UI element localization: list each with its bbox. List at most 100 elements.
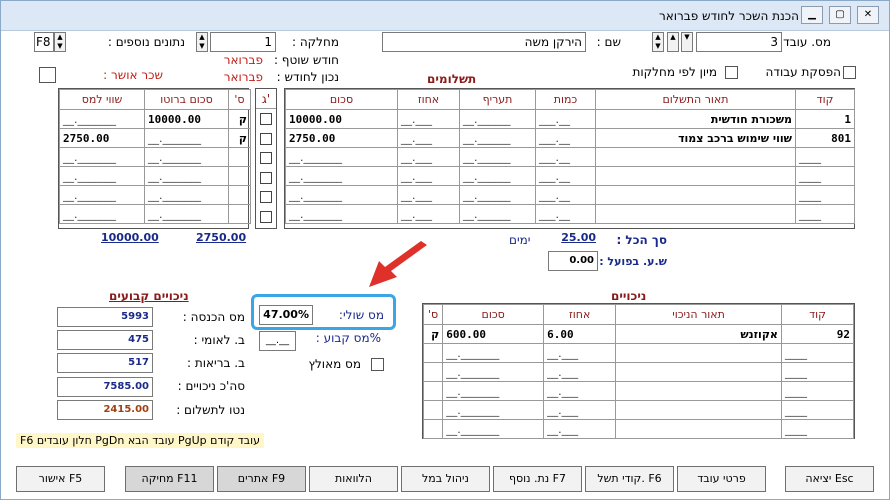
cell[interactable]: __.___ [535, 166, 596, 186]
cell[interactable]: _______.__ [144, 204, 229, 224]
table-row[interactable]: _______._________.__ [59, 204, 251, 224]
cell[interactable]: _______.__ [144, 128, 229, 148]
additional-data-button[interactable]: נת. נוסף F7 [493, 466, 582, 492]
cell[interactable]: 10000.00 [285, 109, 398, 129]
table-row[interactable]: _______._________.__ [422, 400, 855, 420]
table-row[interactable]: _______._________.__ [59, 185, 251, 205]
cell[interactable]: __.___ [535, 128, 596, 148]
cell[interactable]: _______.__ [144, 147, 229, 167]
cell[interactable]: 2750.00 [285, 128, 398, 148]
cell[interactable]: ____ [795, 166, 855, 186]
cell[interactable]: ____ [795, 185, 855, 205]
table-row[interactable]: ____ __.___ ______.__ ___.__ _______.__ [285, 204, 855, 224]
cell[interactable]: 2750.00 [59, 128, 145, 148]
cell[interactable]: ____ [780, 381, 855, 401]
cell[interactable]: _______.__ [144, 185, 229, 205]
cell[interactable] [595, 166, 796, 186]
maximize-button[interactable]: ▢ [829, 6, 851, 24]
employee-no-up[interactable]: ▲ [667, 32, 679, 52]
cell[interactable]: _______.__ [59, 185, 145, 205]
cell[interactable] [595, 185, 796, 205]
cell[interactable]: __.___ [535, 204, 596, 224]
cell[interactable]: ___.__ [543, 419, 617, 439]
table-row[interactable]: 92 אקוזנש 6.00 600.00 ק [422, 324, 855, 344]
cell[interactable]: ____ [780, 400, 855, 420]
cell[interactable]: ___.__ [397, 204, 460, 224]
cell[interactable]: _______.__ [442, 343, 545, 363]
cell[interactable]: __.___ [535, 185, 596, 205]
table-row[interactable]: _______._________.__ [422, 343, 855, 363]
actual-hours-input[interactable]: 0.00 [548, 251, 598, 271]
table-row[interactable]: ____ __.___ ______.__ ___.__ _______.__ [285, 147, 855, 167]
income-tax-field[interactable]: 5993 [57, 307, 153, 327]
row-checkbox[interactable] [260, 172, 272, 184]
cell[interactable]: 92 [780, 324, 855, 344]
cell[interactable] [615, 362, 782, 382]
close-button[interactable]: ✕ [857, 6, 879, 24]
cell[interactable]: ____ [780, 419, 855, 439]
extra-data-input[interactable]: F8 [34, 32, 54, 52]
cell[interactable]: ______.__ [459, 109, 536, 129]
sort-by-dept-checkbox[interactable] [725, 66, 738, 79]
cell[interactable] [422, 362, 444, 382]
row-checkbox[interactable] [260, 191, 272, 203]
cell[interactable]: 10000.00 [144, 109, 229, 129]
cell[interactable]: _______.__ [144, 166, 229, 186]
cell[interactable]: ____ [780, 343, 855, 363]
table-row[interactable]: _______._________.__ [59, 166, 251, 186]
employee-no-down[interactable]: ▼ [681, 32, 693, 52]
name-input[interactable]: הירקן משה [382, 32, 586, 52]
cell[interactable]: _______.__ [59, 109, 145, 129]
cell[interactable] [595, 204, 796, 224]
table-row[interactable]: _______._________.__ [422, 381, 855, 401]
cell[interactable]: _______.__ [442, 400, 545, 420]
row-checkbox[interactable] [260, 152, 272, 164]
cell[interactable]: _______.__ [285, 185, 398, 205]
cell[interactable] [422, 343, 444, 363]
cell[interactable] [228, 147, 251, 167]
cell[interactable]: ___.__ [543, 362, 617, 382]
cell[interactable] [228, 166, 251, 186]
forced-tax-checkbox[interactable] [371, 358, 384, 371]
cell[interactable]: _______.__ [442, 419, 545, 439]
cell[interactable]: ____ [795, 147, 855, 167]
approve-button[interactable]: אישור F5 [16, 466, 105, 492]
cell[interactable]: _______.__ [442, 362, 545, 382]
department-spin[interactable]: ▲ ▼ [196, 32, 208, 52]
search-button[interactable]: אתרים F9 [217, 466, 306, 492]
table-row[interactable]: _______._________.__ [422, 419, 855, 439]
cell[interactable]: ק [422, 324, 444, 344]
cell[interactable]: _______.__ [285, 204, 398, 224]
cell[interactable]: __.___ [535, 147, 596, 167]
cell[interactable]: ____ [780, 362, 855, 382]
cell[interactable]: ___.__ [397, 147, 460, 167]
employee-details-button[interactable]: פרטי עובד [677, 466, 766, 492]
cell[interactable]: 600.00 [442, 324, 545, 344]
table-row[interactable]: 1 משכורת חודשית __.___ ______.__ ___.__ 10000… [285, 109, 855, 129]
loans-button[interactable]: הלוואות [309, 466, 398, 492]
cell[interactable]: 6.00 [543, 324, 617, 344]
cell[interactable]: ק [228, 109, 251, 129]
cell[interactable]: ___.__ [543, 381, 617, 401]
table-row[interactable]: _______._________.__ [422, 362, 855, 382]
health-insurance-field[interactable]: 517 [57, 353, 153, 373]
cell[interactable] [228, 204, 251, 224]
cell[interactable]: שווי שימוש ברכב צמוד [595, 128, 796, 148]
cell[interactable] [615, 381, 782, 401]
cell[interactable]: _______.__ [285, 166, 398, 186]
cell[interactable] [422, 381, 444, 401]
cell[interactable]: ___.__ [397, 166, 460, 186]
cell[interactable] [422, 419, 444, 439]
table-row[interactable]: ק _______.__ 2750.00 [59, 128, 251, 148]
cell[interactable]: ___.__ [397, 109, 460, 129]
cell[interactable]: ___.__ [543, 400, 617, 420]
national-insurance-field[interactable]: 475 [57, 330, 153, 350]
fixed-tax-field[interactable]: __.__ [259, 331, 296, 351]
row-checkbox[interactable] [260, 113, 272, 125]
cell[interactable]: ______.__ [459, 204, 536, 224]
minimize-button[interactable]: ▁ [801, 6, 823, 24]
extra-data-spin[interactable]: ▲ ▼ [54, 32, 66, 52]
stop-work-checkbox[interactable] [843, 66, 856, 79]
manage-button[interactable]: ניהול במל [401, 466, 490, 492]
department-input[interactable]: 1 [210, 32, 276, 52]
